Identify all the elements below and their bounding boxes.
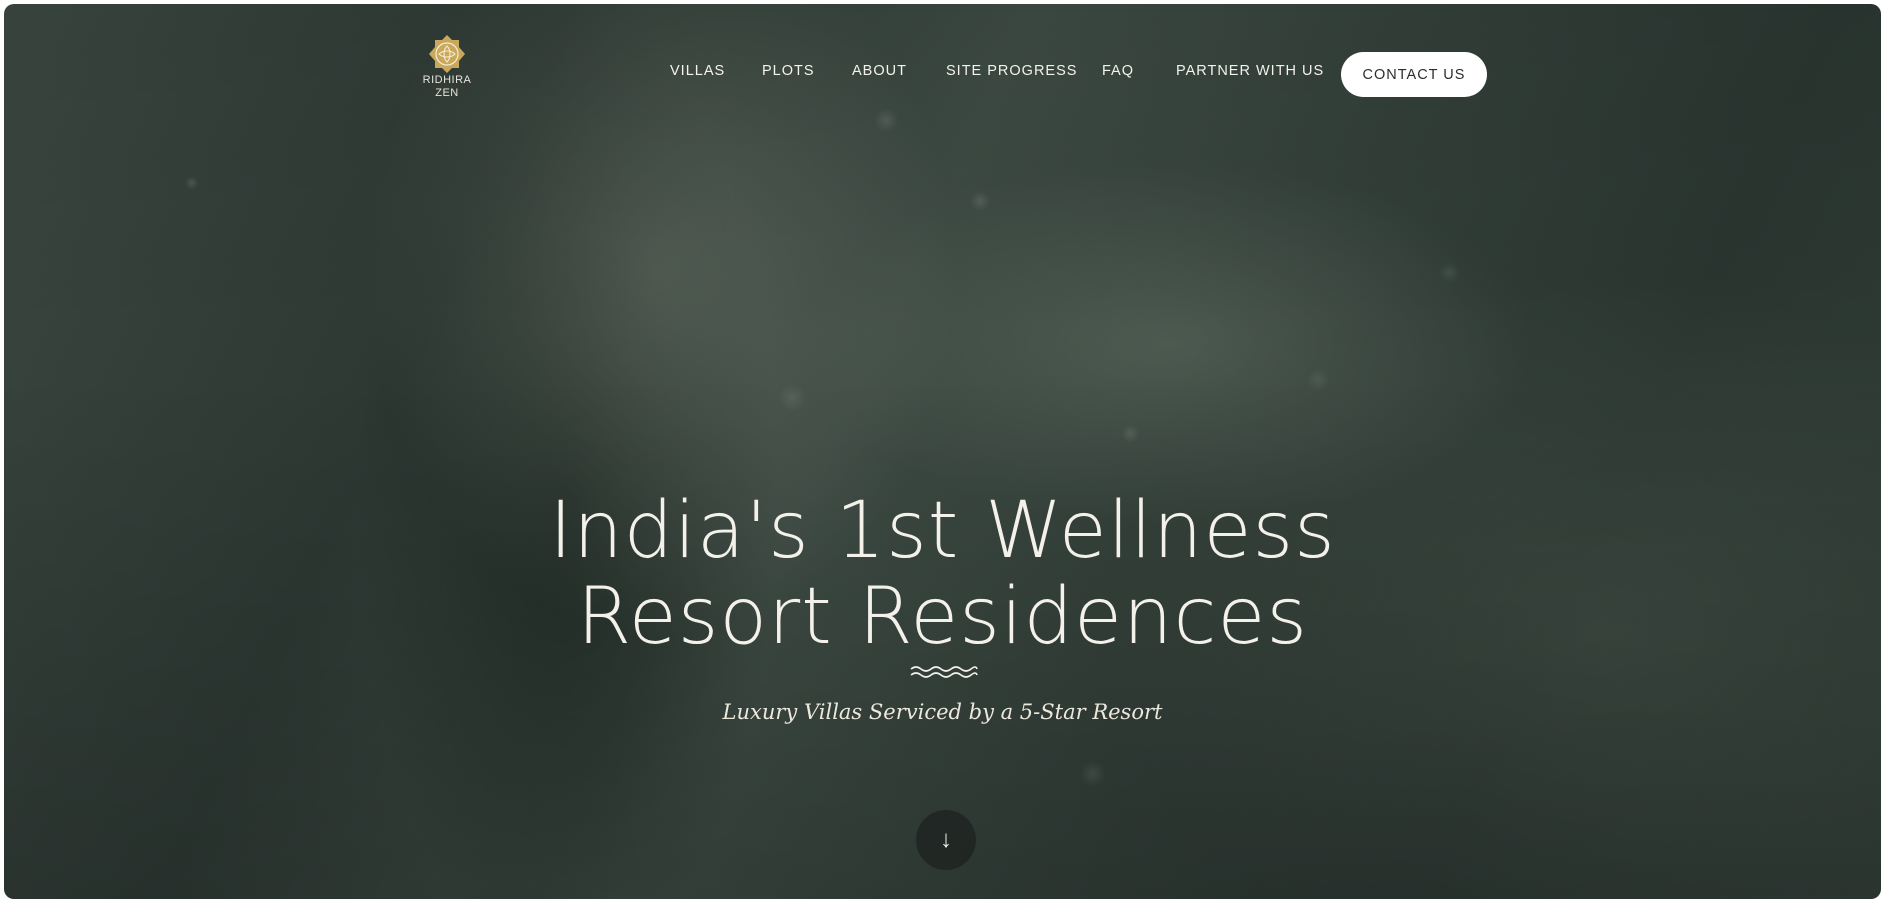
nav-link-faq[interactable]: FAQ: [1102, 63, 1134, 79]
hero-background-image: [4, 4, 1881, 899]
contact-us-button[interactable]: CONTACT US: [1341, 52, 1487, 97]
brand-subname: ZEN: [435, 87, 459, 99]
wave-divider-icon: [910, 666, 978, 678]
brand-logo[interactable]: RIDHIRA ZEN: [420, 34, 474, 100]
hero-subtitle: Luxury Villas Serviced by a 5-Star Resor…: [722, 700, 1163, 724]
top-nav: RIDHIRA ZEN VILLAS PLOTS ABOUT SITE PROG…: [4, 4, 1881, 114]
hero-section: RIDHIRA ZEN VILLAS PLOTS ABOUT SITE PROG…: [4, 4, 1881, 899]
nav-link-villas[interactable]: VILLAS: [670, 63, 725, 79]
nav-link-about[interactable]: ABOUT: [852, 63, 907, 79]
lotus-medallion-icon: [429, 35, 465, 73]
hero-title-line-2: Resort Residences: [577, 572, 1308, 662]
hero-title-line-1: India's 1st Wellness: [549, 486, 1336, 576]
nav-link-site-progress[interactable]: SITE PROGRESS: [946, 63, 1077, 79]
nav-link-plots[interactable]: PLOTS: [762, 63, 815, 79]
nav-link-partner-with-us[interactable]: PARTNER WITH US: [1176, 63, 1324, 79]
hero-title: India's 1st Wellness Resort Residences: [4, 488, 1881, 660]
brand-name: RIDHIRA: [422, 74, 472, 86]
arrow-down-icon: ↓: [940, 826, 952, 853]
scroll-down-button[interactable]: ↓: [916, 810, 976, 870]
